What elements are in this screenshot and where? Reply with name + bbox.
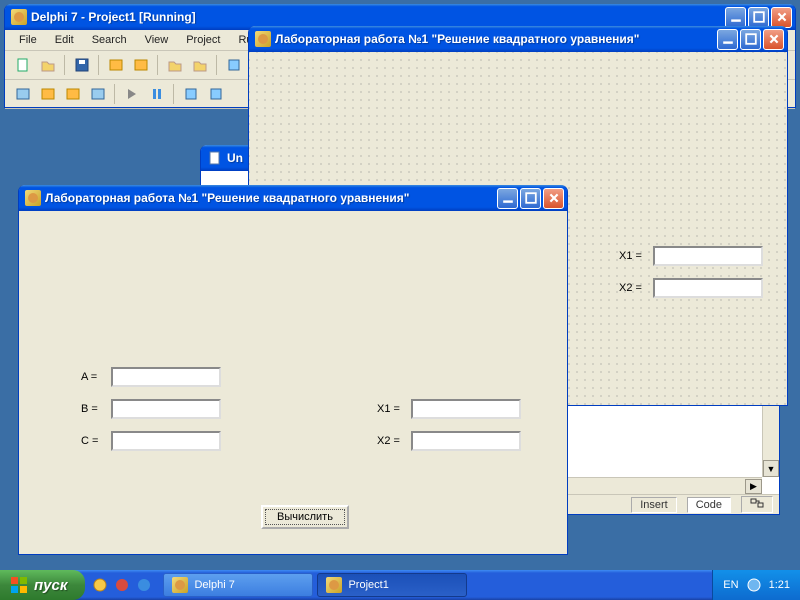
a-label: A = — [81, 371, 97, 383]
compute-button[interactable]: Вычислить — [261, 505, 349, 529]
separator — [216, 55, 217, 75]
start-button[interactable]: пуск — [0, 570, 85, 600]
app-title: Лабораторная работа №1 "Решение квадратн… — [45, 191, 497, 205]
taskbar-task-project[interactable]: Project1 — [317, 573, 467, 597]
x2-field[interactable] — [411, 431, 521, 451]
design-close-button[interactable] — [763, 29, 784, 50]
tool-button[interactable] — [204, 83, 227, 105]
separator — [114, 84, 115, 104]
app-minimize-button[interactable] — [497, 188, 518, 209]
clock[interactable]: 1:21 — [769, 579, 790, 591]
app-close-button[interactable] — [543, 188, 564, 209]
quick-launch — [85, 576, 159, 594]
menu-view[interactable]: View — [137, 32, 177, 48]
tool-button[interactable] — [104, 54, 127, 76]
run-button[interactable] — [120, 83, 143, 105]
quick-launch-icon[interactable] — [113, 576, 131, 594]
separator — [64, 55, 65, 75]
x1-field[interactable] — [411, 399, 521, 419]
tool-button[interactable] — [179, 83, 202, 105]
design-maximize-button[interactable] — [740, 29, 761, 50]
c-label: C = — [81, 435, 98, 447]
menu-file[interactable]: File — [11, 32, 45, 48]
status-tab-code[interactable]: Code — [687, 497, 731, 513]
delphi-icon — [326, 577, 342, 593]
design-x2-label: X2 = — [619, 282, 642, 294]
delphi-icon — [255, 31, 271, 47]
x1-label: X1 = — [377, 403, 400, 415]
delphi-icon — [172, 577, 188, 593]
design-title: Лабораторная работа №1 "Решение квадратн… — [275, 32, 717, 46]
status-diagram-icon[interactable] — [741, 496, 773, 513]
app-titlebar[interactable]: Лабораторная работа №1 "Решение квадратн… — [19, 185, 567, 211]
menu-edit[interactable]: Edit — [47, 32, 82, 48]
separator — [173, 84, 174, 104]
quick-launch-icon[interactable] — [91, 576, 109, 594]
windows-logo-icon — [10, 576, 28, 594]
taskbar-task-delphi[interactable]: Delphi 7 — [163, 573, 313, 597]
ide-title: Delphi 7 - Project1 [Running] — [31, 10, 725, 24]
ide-maximize-button[interactable] — [748, 7, 769, 28]
tray-icon[interactable] — [747, 578, 761, 592]
design-x1-field[interactable] — [653, 246, 763, 266]
delphi-icon — [25, 190, 41, 206]
tool-button[interactable] — [222, 54, 245, 76]
scroll-down-icon[interactable]: ▼ — [763, 460, 779, 477]
tool-button[interactable] — [36, 83, 59, 105]
tool-button[interactable] — [61, 83, 84, 105]
menu-search[interactable]: Search — [84, 32, 135, 48]
running-app-window: Лабораторная работа №1 "Решение квадратн… — [18, 185, 568, 555]
task-label: Delphi 7 — [194, 579, 234, 591]
tool-button[interactable] — [163, 54, 186, 76]
a-field[interactable] — [111, 367, 221, 387]
document-icon — [207, 150, 223, 166]
x2-label: X2 = — [377, 435, 400, 447]
quick-launch-icon[interactable] — [135, 576, 153, 594]
separator — [98, 55, 99, 75]
design-titlebar[interactable]: Лабораторная работа №1 "Решение квадратн… — [249, 26, 787, 52]
save-button[interactable] — [70, 54, 93, 76]
separator — [157, 55, 158, 75]
start-label: пуск — [34, 577, 67, 594]
pause-button[interactable] — [145, 83, 168, 105]
task-label: Project1 — [348, 579, 388, 591]
delphi-icon — [11, 9, 27, 25]
scroll-right-icon[interactable]: ▶ — [745, 479, 762, 494]
design-x2-field[interactable] — [653, 278, 763, 298]
design-minimize-button[interactable] — [717, 29, 738, 50]
menu-project[interactable]: Project — [178, 32, 228, 48]
language-indicator[interactable]: EN — [723, 579, 738, 591]
app-maximize-button[interactable] — [520, 188, 541, 209]
tool-button[interactable] — [129, 54, 152, 76]
system-tray: EN 1:21 — [712, 570, 800, 600]
tool-button[interactable] — [188, 54, 211, 76]
status-mode: Insert — [631, 497, 677, 513]
ide-minimize-button[interactable] — [725, 7, 746, 28]
b-field[interactable] — [111, 399, 221, 419]
ide-close-button[interactable] — [771, 7, 792, 28]
new-button[interactable] — [11, 54, 34, 76]
open-button[interactable] — [36, 54, 59, 76]
c-field[interactable] — [111, 431, 221, 451]
taskbar: пуск Delphi 7 Project1 EN 1:21 — [0, 570, 800, 600]
tool-button[interactable] — [11, 83, 34, 105]
b-label: B = — [81, 403, 98, 415]
design-x1-label: X1 = — [619, 250, 642, 262]
tool-button[interactable] — [86, 83, 109, 105]
